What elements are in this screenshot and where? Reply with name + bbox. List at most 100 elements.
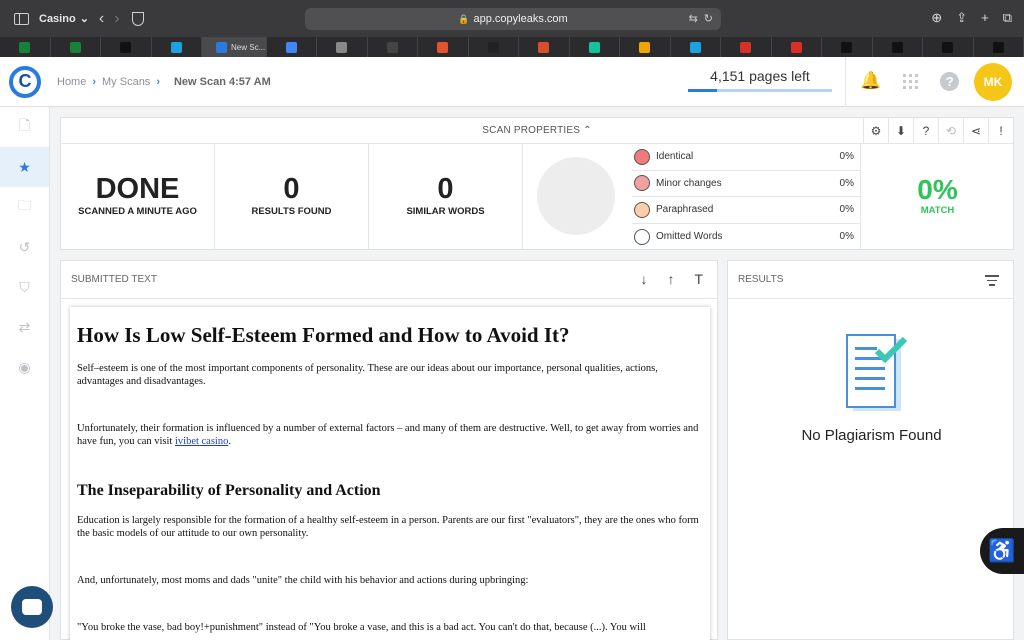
legend-row[interactable]: Omitted Words 0%	[632, 224, 860, 251]
bell-icon[interactable]: 🔔	[860, 71, 881, 91]
browser-tab[interactable]: New Sc...	[202, 37, 267, 57]
doc-paragraph-2-text: Unfortunately, their formation is influe…	[77, 423, 699, 447]
tab-group-selector[interactable]: Casino ⌄	[39, 12, 89, 26]
accessibility-button[interactable]: ♿	[980, 528, 1024, 574]
favicon-icon	[689, 41, 701, 53]
scan-status: DONE SCANNED A MINUTE AGO	[61, 144, 215, 250]
browser-tab[interactable]	[0, 37, 51, 57]
nav-new-scan-icon[interactable]: 🗋	[0, 107, 49, 147]
nav-compare-icon[interactable]: ⇄	[0, 307, 49, 347]
filter-icon[interactable]	[985, 275, 999, 289]
translate-icon[interactable]: ⇆	[689, 12, 698, 25]
browser-tab[interactable]	[267, 37, 317, 57]
browser-tab[interactable]	[152, 37, 202, 57]
favicon-icon	[487, 41, 499, 53]
breadcrumb-my-scans[interactable]: My Scans	[102, 76, 150, 88]
tab-overview-icon[interactable]: ⧉	[1003, 10, 1012, 26]
privacy-shield-icon[interactable]	[131, 11, 144, 26]
info-alert-icon[interactable]: !	[988, 118, 1013, 144]
chevron-right-icon: ›	[156, 75, 160, 88]
reload-icon[interactable]: ↻	[704, 12, 713, 25]
doc-heading-2: The Inseparability of Personality and Ac…	[77, 482, 381, 499]
favicon-icon	[285, 41, 297, 53]
browser-tab[interactable]	[570, 37, 620, 57]
match-value: 0%	[917, 174, 958, 205]
status-value: DONE	[95, 173, 180, 205]
downloads-icon[interactable]: ⊕	[931, 10, 942, 26]
legend-value: 0%	[839, 231, 854, 243]
rescan-icon[interactable]: ⟲	[938, 118, 963, 144]
legend-dot-icon	[634, 148, 650, 165]
favicon-icon	[841, 41, 853, 53]
browser-tab[interactable]	[519, 37, 570, 57]
help-circle-icon[interactable]: ?	[913, 118, 938, 144]
legend-name: Minor changes	[656, 177, 722, 189]
share-icon[interactable]: ⇪	[956, 10, 967, 26]
results-panel: RESULTS No Plagiarism Found	[727, 260, 1014, 640]
favicon-icon	[790, 41, 802, 53]
apps-grid-icon[interactable]	[903, 73, 919, 89]
forward-button[interactable]: ›	[114, 10, 119, 28]
browser-tab[interactable]	[873, 37, 923, 57]
browser-tab[interactable]	[974, 37, 1024, 57]
browser-tab[interactable]	[923, 37, 974, 57]
document-preview[interactable]: How Is Low Self-Esteem Formed and How to…	[70, 307, 710, 640]
browser-tab[interactable]	[721, 37, 772, 57]
browser-tab[interactable]	[620, 37, 671, 57]
browser-tab[interactable]	[418, 37, 469, 57]
browser-tab[interactable]	[317, 37, 368, 57]
arrow-up-icon[interactable]: ↑	[667, 271, 674, 287]
new-tab-icon[interactable]: +	[981, 10, 989, 26]
sidebar-toggle-icon[interactable]	[14, 12, 29, 25]
scan-properties-panel: SCAN PROPERTIES ⌃ ⚙ ⬇ ? ⟲ ⋖ ! DONE SCANN…	[60, 117, 1014, 250]
favicon-icon	[216, 41, 227, 53]
nav-shield-icon[interactable]: ⛉	[0, 267, 49, 307]
breadcrumb-current: New Scan 4:57 AM	[173, 75, 271, 88]
browser-toolbar: Casino ⌄ ‹ › 🔒 app.copyleaks.com ⇆ ↻ ⊕ ⇪…	[0, 0, 1024, 37]
submitted-text-title: SUBMITTED TEXT	[71, 274, 157, 285]
legend-row[interactable]: Paraphrased 0%	[632, 197, 860, 224]
browser-tab[interactable]	[469, 37, 519, 57]
similar-value: 0	[437, 173, 454, 205]
doc-paragraph-4: And, unfortunately, most moms and dads "…	[77, 575, 529, 586]
copyleaks-logo[interactable]: C	[9, 65, 41, 98]
browser-tab[interactable]	[51, 37, 101, 57]
browser-tab[interactable]	[822, 37, 873, 57]
text-format-icon[interactable]: T	[694, 271, 703, 287]
breadcrumb-home[interactable]: Home	[57, 76, 86, 88]
back-button[interactable]: ‹	[99, 10, 104, 28]
pages-left[interactable]: 4,151 pages left	[688, 68, 832, 84]
similar-label: SIMILAR WORDS	[406, 206, 485, 217]
url-text: app.copyleaks.com	[473, 13, 568, 25]
avatar[interactable]: MK	[974, 63, 1012, 101]
legend-value: 0%	[839, 177, 854, 189]
pages-progress-fill	[688, 89, 717, 92]
address-bar[interactable]: 🔒 app.copyleaks.com ⇆ ↻	[305, 8, 721, 30]
favicon-icon	[69, 41, 81, 53]
browser-tab[interactable]	[772, 37, 822, 57]
chat-bubble-icon	[22, 599, 42, 615]
download-icon[interactable]: ⬇	[888, 118, 913, 144]
arrow-down-icon[interactable]: ↓	[640, 271, 647, 287]
nav-my-scans-icon[interactable]: ★	[0, 147, 49, 187]
match-donut-chart	[537, 157, 615, 235]
chat-support-button[interactable]	[11, 586, 53, 628]
legend-row[interactable]: Minor changes 0%	[632, 171, 860, 197]
browser-tab[interactable]	[101, 37, 152, 57]
browser-tab[interactable]	[671, 37, 721, 57]
favicon-icon	[336, 41, 348, 53]
help-icon[interactable]: ?	[940, 71, 960, 91]
nav-compass-icon[interactable]: ◉	[0, 347, 49, 387]
doc-link[interactable]: ivibet casino	[175, 436, 228, 447]
doc-paragraph-2: Unfortunately, their formation is influe…	[77, 422, 703, 448]
doc-paragraph-3: Education is largely responsible for the…	[77, 515, 699, 539]
favicon-icon	[170, 41, 182, 53]
legend-row[interactable]: Identical 0%	[632, 144, 860, 171]
browser-tab[interactable]	[368, 37, 418, 57]
share-icon[interactable]: ⋖	[963, 118, 988, 144]
tab-strip: New Sc...	[0, 37, 1024, 57]
nav-history-icon[interactable]: ↺	[0, 227, 49, 267]
settings-gear-icon[interactable]: ⚙	[863, 118, 888, 144]
status-label: SCANNED A MINUTE AGO	[78, 206, 197, 217]
nav-folders-icon[interactable]: 🗀	[0, 187, 49, 227]
